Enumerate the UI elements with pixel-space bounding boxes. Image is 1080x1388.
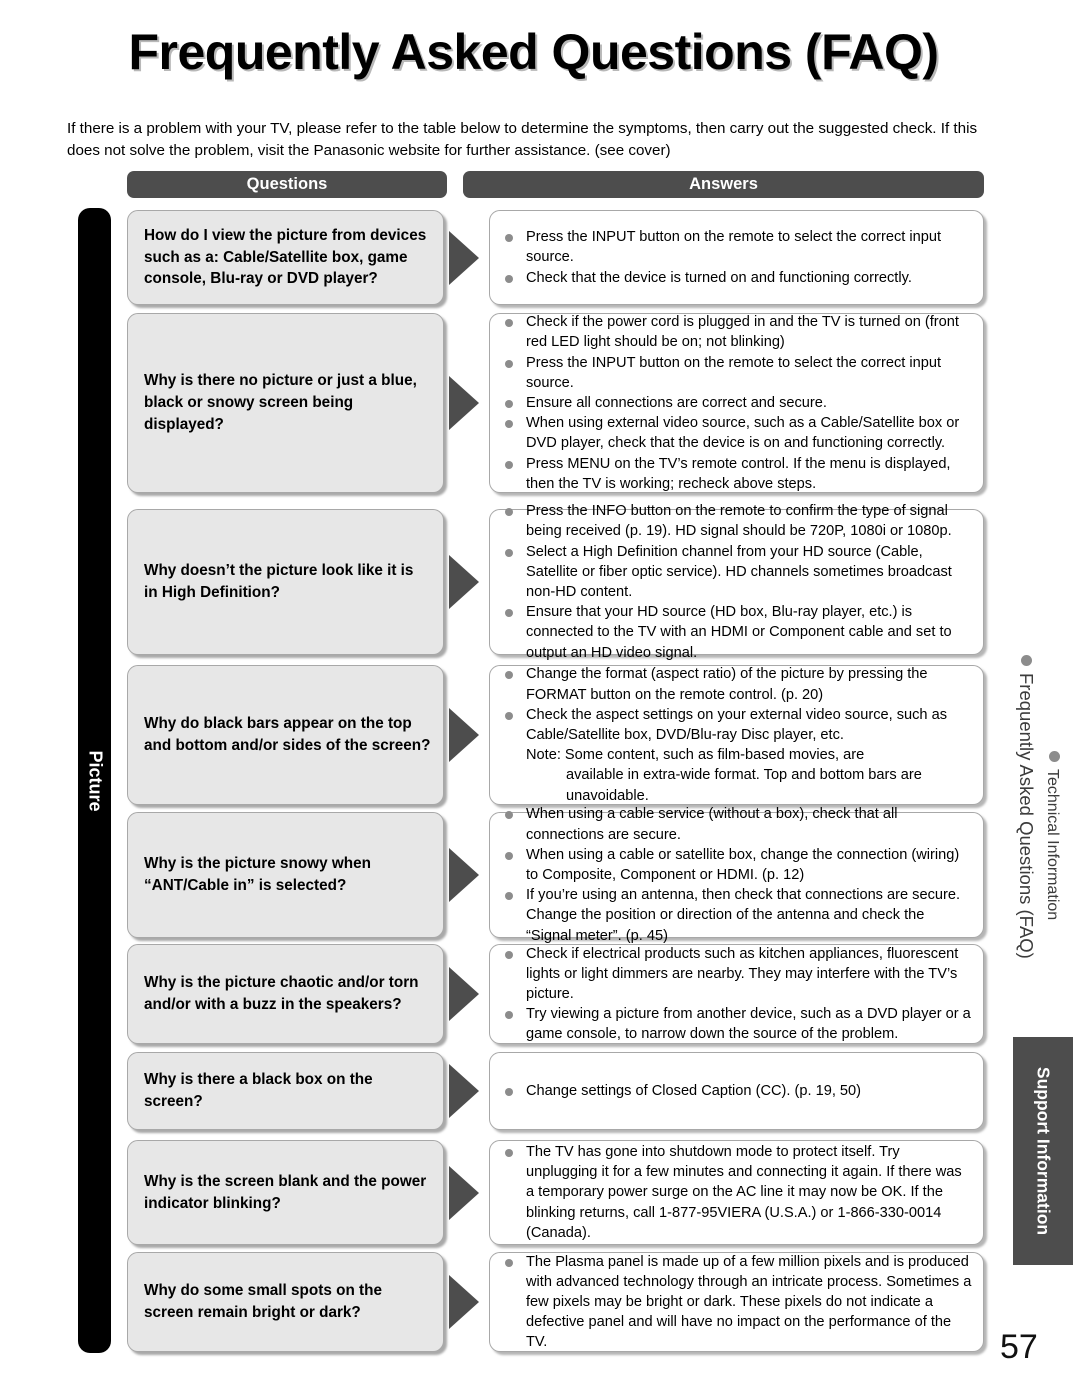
answer-item: Select a High Definition channel from yo…	[502, 542, 973, 603]
question-text: Why is there no picture or just a blue, …	[144, 372, 417, 433]
answer-list: When using a cable service (without a bo…	[490, 800, 983, 949]
question-text: Why do some small spots on the screen re…	[144, 1282, 382, 1321]
answer-item: Change the format (aspect ratio) of the …	[502, 664, 973, 704]
answer-list: Check if electrical products such as kit…	[490, 940, 983, 1049]
sidebar-item-faq[interactable]: Frequently Asked Questions (FAQ)	[1015, 655, 1037, 959]
bullet-icon	[1021, 655, 1032, 666]
question-box: How do I view the picture from devices s…	[127, 210, 444, 305]
answer-box: Press the INPUT button on the remote to …	[489, 210, 984, 305]
answer-item: When using external video source, such a…	[502, 413, 973, 453]
answer-item: Press the INFO button on the remote to c…	[502, 501, 973, 541]
intro-paragraph: If there is a problem with your TV, plea…	[67, 120, 978, 159]
sidebar-item-label: Frequently Asked Questions (FAQ)	[1016, 673, 1037, 959]
answer-item: Press the INPUT button on the remote to …	[502, 227, 973, 267]
answer-box: The Plasma panel is made up of a few mil…	[489, 1252, 984, 1352]
answer-item: Press MENU on the TV’s remote control. I…	[502, 454, 973, 494]
question-text: Why is the picture chaotic and/or torn a…	[144, 974, 419, 1013]
support-information-tab[interactable]: Support Information	[1013, 1037, 1073, 1265]
question-text: Why is there a black box on the screen?	[144, 1071, 373, 1110]
question-box: Why do some small spots on the screen re…	[127, 1252, 444, 1352]
answer-item: The Plasma panel is made up of a few mil…	[502, 1252, 973, 1353]
answer-box: The TV has gone into shutdown mode to pr…	[489, 1140, 984, 1245]
answer-box: Change settings of Closed Caption (CC). …	[489, 1052, 984, 1130]
answer-box: Check if the power cord is plugged in an…	[489, 313, 984, 493]
column-header-questions: Questions	[127, 171, 447, 198]
answer-item: Ensure all connections are correct and s…	[502, 393, 973, 413]
category-bar-label: Picture	[85, 749, 105, 812]
support-information-tab-label: Support Information	[1033, 1066, 1054, 1236]
question-box: Why is there no picture or just a blue, …	[127, 313, 444, 493]
question-text: Why is the screen blank and the power in…	[144, 1172, 427, 1212]
page-title: Frequently Asked Questions (FAQ)	[128, 24, 939, 80]
answer-list: Change settings of Closed Caption (CC). …	[490, 1077, 983, 1105]
column-header-answers: Answers	[463, 171, 984, 198]
answer-list: Press the INPUT button on the remote to …	[490, 223, 983, 292]
answer-item: Check that the device is turned on and f…	[502, 268, 973, 288]
sidebar-item-technical-information[interactable]: Technical Information	[1043, 751, 1061, 920]
answer-item: Check if the power cord is plugged in an…	[502, 312, 973, 352]
question-box: Why is the picture snowy when “ANT/Cable…	[127, 812, 444, 938]
question-box: Why is the screen blank and the power in…	[127, 1140, 444, 1245]
answer-list: Change the format (aspect ratio) of the …	[490, 660, 983, 809]
answer-box: Check if electrical products such as kit…	[489, 944, 984, 1044]
answer-list: Press the INFO button on the remote to c…	[490, 497, 983, 667]
answer-item: Check the aspect settings on your extern…	[502, 705, 973, 806]
question-box: Why doesn’t the picture look like it is …	[127, 509, 444, 655]
answer-list: The TV has gone into shutdown mode to pr…	[490, 1138, 983, 1247]
question-box: Why do black bars appear on the top and …	[127, 665, 444, 805]
answer-item: When using a cable service (without a bo…	[502, 804, 973, 844]
question-text: Why is the picture snowy when “ANT/Cable…	[144, 855, 371, 894]
answer-box: Press the INFO button on the remote to c…	[489, 503, 984, 661]
sidebar-item-label: Technical Information	[1044, 769, 1061, 921]
category-bar-picture: Picture	[78, 208, 111, 1353]
answer-list: The Plasma panel is made up of a few mil…	[490, 1248, 983, 1357]
answer-item: Try viewing a picture from another devic…	[502, 1004, 973, 1044]
bullet-icon	[1049, 751, 1060, 762]
document-page: Frequently Asked Questions (FAQ) If ther…	[0, 0, 1080, 1388]
answer-item: When using a cable or satellite box, cha…	[502, 845, 973, 885]
answer-box: When using a cable service (without a bo…	[489, 806, 984, 944]
answer-item: Check if electrical products such as kit…	[502, 944, 973, 1005]
answer-item: Change settings of Closed Caption (CC). …	[502, 1081, 973, 1101]
answer-item: Ensure that your HD source (HD box, Blu-…	[502, 602, 973, 663]
answer-item: If you’re using an antenna, then check t…	[502, 885, 973, 946]
question-text: How do I view the picture from devices s…	[144, 226, 427, 288]
question-box: Why is there a black box on the screen?	[127, 1052, 444, 1130]
answer-item: The TV has gone into shutdown mode to pr…	[502, 1142, 973, 1243]
answer-box: Change the format (aspect ratio) of the …	[489, 665, 984, 805]
answer-list: Check if the power cord is plugged in an…	[490, 308, 983, 498]
sidebar-labels: Frequently Asked Questions (FAQ) Technic…	[995, 655, 1075, 1030]
answer-note: Note: Some content, such as film-based m…	[526, 747, 865, 764]
question-text: Why do black bars appear on the top and …	[144, 715, 431, 754]
answer-item: Press the INPUT button on the remote to …	[502, 353, 973, 393]
page-number: 57	[1000, 1328, 1038, 1366]
question-box: Why is the picture chaotic and/or torn a…	[127, 944, 444, 1044]
question-text: Why doesn’t the picture look like it is …	[144, 562, 414, 601]
